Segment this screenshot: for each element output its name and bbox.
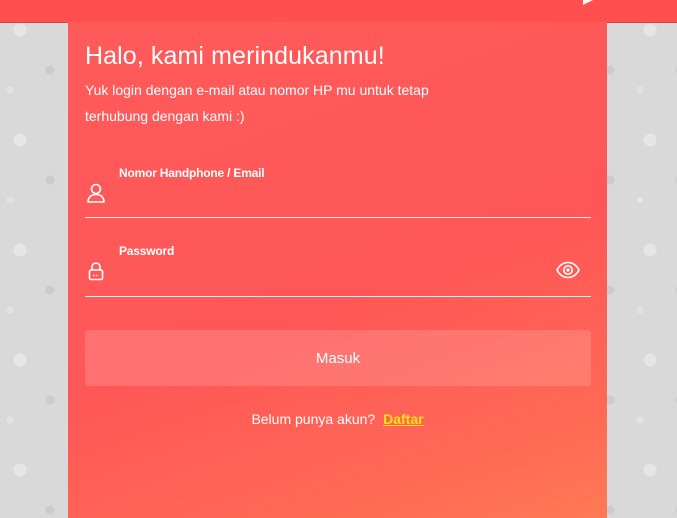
send-icon[interactable] xyxy=(583,0,593,5)
page-subtitle: Yuk login dengan e-mail atau nomor HP mu… xyxy=(85,82,429,124)
phone-email-field: Nomor Handphone / Email xyxy=(85,162,591,218)
login-card: Halo, kami merindukanmu! Yuk login denga… xyxy=(68,22,607,518)
top-bar xyxy=(0,0,677,23)
password-field: Password xyxy=(85,240,591,297)
phone-email-input[interactable] xyxy=(119,186,543,212)
signup-link[interactable]: Daftar xyxy=(383,411,423,427)
password-label: Password xyxy=(119,244,175,258)
lock-icon xyxy=(85,260,107,282)
page-title: Halo, kami merindukanmu! xyxy=(85,42,385,70)
phone-email-label: Nomor Handphone / Email xyxy=(119,166,265,180)
signup-row: Belum punya akun? Daftar xyxy=(68,411,607,427)
signup-prompt: Belum punya akun? xyxy=(251,411,376,427)
eye-icon[interactable] xyxy=(555,260,581,280)
password-input[interactable] xyxy=(119,264,543,290)
user-icon xyxy=(85,182,107,204)
login-button[interactable]: Masuk xyxy=(85,330,591,386)
